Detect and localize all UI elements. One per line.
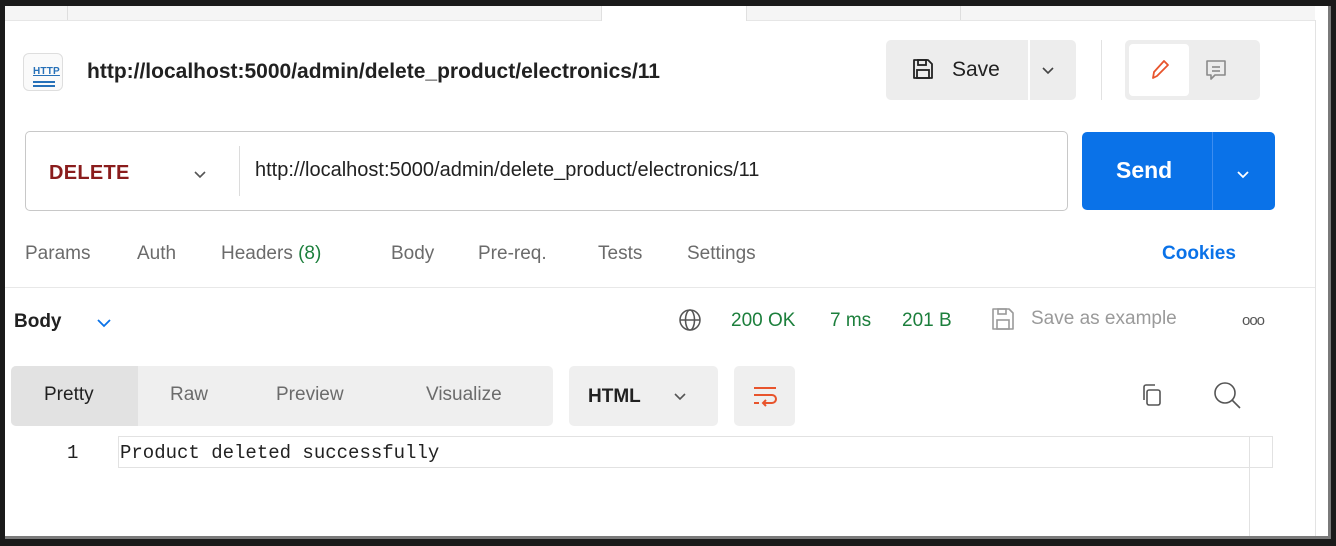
- save-icon: [992, 308, 1014, 330]
- response-time: 7 ms: [830, 310, 872, 331]
- response-size: 201 B: [902, 310, 952, 331]
- method-select[interactable]: DELETE: [49, 162, 130, 185]
- chevron-down-icon: [674, 393, 686, 401]
- chevron-down-icon[interactable]: [188, 164, 212, 184]
- pencil-icon: [1152, 60, 1169, 79]
- response-body-selector[interactable]: Body: [14, 311, 62, 333]
- status-code: 200 OK: [731, 310, 796, 331]
- tab-params[interactable]: Params: [25, 243, 90, 265]
- tab-tests[interactable]: Tests: [598, 243, 642, 265]
- save-button[interactable]: Save: [886, 40, 1028, 100]
- view-mode-toggle: [1125, 40, 1260, 100]
- save-group: Save: [886, 40, 1076, 100]
- line-number: 1: [67, 442, 79, 464]
- request-title[interactable]: http://localhost:5000/admin/delete_produ…: [87, 60, 660, 84]
- view-tab-pretty[interactable]: Pretty: [44, 384, 94, 406]
- globe-icon[interactable]: [677, 307, 703, 333]
- panel-divider: [1315, 20, 1316, 536]
- edit-mode-button[interactable]: [1129, 44, 1189, 96]
- headers-count: (8): [298, 243, 322, 264]
- url-input[interactable]: [255, 150, 1055, 190]
- save-as-example-button[interactable]: Save as example: [1031, 308, 1177, 330]
- tab-settings[interactable]: Settings: [687, 243, 756, 265]
- more-options-button[interactable]: ooo: [1242, 312, 1265, 329]
- comment-icon[interactable]: [1203, 57, 1229, 83]
- chevron-down-icon[interactable]: [94, 315, 114, 331]
- tab-strip: [5, 6, 1315, 21]
- wrap-lines-button[interactable]: [734, 366, 795, 426]
- tab-prereq[interactable]: Pre-req.: [478, 243, 547, 265]
- chevron-down-icon[interactable]: [1036, 60, 1060, 80]
- tab-auth[interactable]: Auth: [137, 243, 176, 265]
- response-body-text[interactable]: Product deleted successfully: [120, 442, 439, 464]
- wrap-lines-icon: [754, 387, 777, 407]
- search-icon[interactable]: [1211, 379, 1243, 411]
- chevron-down-icon[interactable]: [1231, 165, 1255, 185]
- view-tab-preview[interactable]: Preview: [276, 384, 344, 406]
- active-request-tab[interactable]: [601, 6, 747, 21]
- tab-body[interactable]: Body: [391, 243, 434, 265]
- save-icon: [913, 59, 933, 79]
- format-label: HTML: [588, 386, 641, 407]
- view-tab-visualize[interactable]: Visualize: [426, 384, 502, 406]
- send-button[interactable]: Send: [1116, 157, 1172, 184]
- tab-headers[interactable]: Headers (8): [221, 243, 321, 265]
- copy-icon[interactable]: [1139, 381, 1165, 409]
- http-icon: HTTP: [23, 53, 63, 91]
- view-tab-raw[interactable]: Raw: [170, 384, 208, 406]
- cookies-link[interactable]: Cookies: [1162, 243, 1236, 265]
